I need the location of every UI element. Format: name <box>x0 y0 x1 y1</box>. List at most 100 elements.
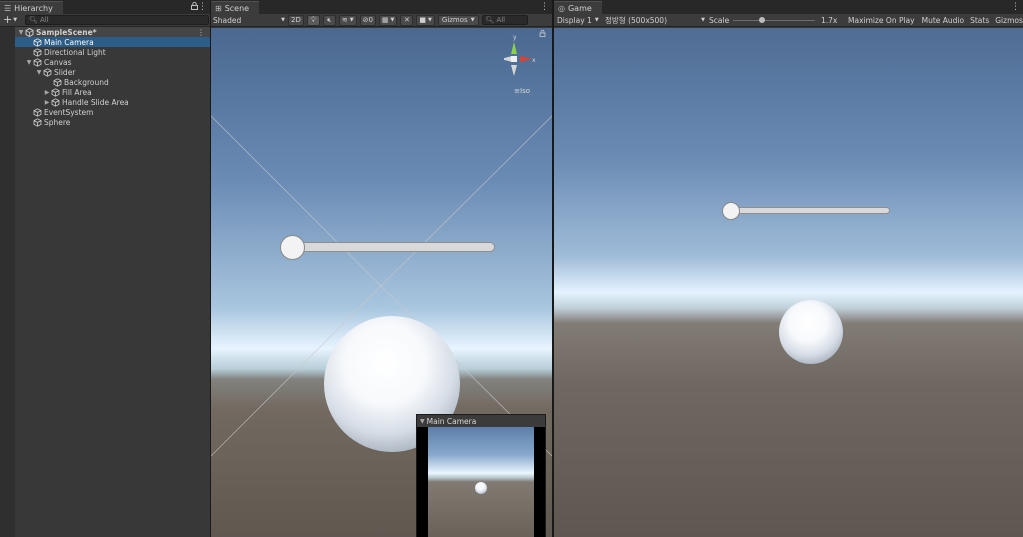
game-slider-handle[interactable] <box>722 202 740 220</box>
tree-item-label: Slider <box>54 67 76 77</box>
stats-toggle[interactable]: Stats <box>970 16 989 25</box>
camera-preview: ▼ Main Camera <box>416 414 546 537</box>
scene-tab[interactable]: ⊞ Scene <box>211 1 260 14</box>
caret-down-icon: ▼ <box>470 17 475 23</box>
list-icon: ☰ <box>4 3 12 13</box>
scene-name: SampleScene* <box>36 27 97 37</box>
lock-icon[interactable] <box>191 1 198 12</box>
hierarchy-panel: ☰ Hierarchy ⋮ + ▼ 🔍︎ All ▼ SampleScene* ⋮… <box>0 0 210 537</box>
camera-preview-header[interactable]: ▼ Main Camera <box>417 415 545 427</box>
grid-icon: ⊞ <box>215 3 222 13</box>
effects-dropdown[interactable]: ≋ ▼ <box>338 14 357 26</box>
kebab-menu-icon[interactable]: ⋮ <box>1011 2 1020 12</box>
tree-item-background[interactable]: Background <box>15 77 210 87</box>
gizmo-center-cube[interactable] <box>511 56 517 62</box>
projection-toggle[interactable]: ≡Iso <box>514 87 530 95</box>
scale-slider-track[interactable] <box>733 19 815 21</box>
cube-icon <box>33 117 42 127</box>
tree-item-slider[interactable]: ▼ Slider <box>15 67 210 77</box>
game-sphere <box>779 300 843 364</box>
tree-item-canvas[interactable]: ▼ Canvas <box>15 57 210 67</box>
gizmo-x-arrow[interactable] <box>520 56 532 62</box>
tree-item-label: Main Camera <box>44 37 94 47</box>
cube-icon <box>33 107 42 117</box>
tree-item-directional-light[interactable]: Directional Light <box>15 47 210 57</box>
display-dropdown[interactable]: Display 1 ▼ <box>557 16 605 25</box>
hierarchy-search-input[interactable]: 🔍︎ All <box>25 15 210 25</box>
tools-button[interactable]: ✕ <box>400 14 414 26</box>
scale-control[interactable]: Scale 1.7x <box>705 14 842 27</box>
fold-arrow-open-icon[interactable]: ▼ <box>17 29 25 36</box>
kebab-menu-icon[interactable]: ⋮ <box>540 2 549 12</box>
cube-icon <box>51 97 60 107</box>
caret-down-icon: ▼ <box>420 417 425 425</box>
tree-item-handle-slide-area[interactable]: ▶ Handle Slide Area <box>15 97 210 107</box>
tree-item-label: Sphere <box>44 117 71 127</box>
fold-arrow-open-icon[interactable]: ▼ <box>35 69 43 76</box>
tree-item-event-system[interactable]: EventSystem <box>15 107 210 117</box>
hierarchy-toolbar: + ▼ 🔍︎ All <box>0 14 210 27</box>
hierarchy-gutter <box>0 27 15 537</box>
scene-toolbar: Shaded ▼ 2D 💡︎ 🔇︎ ≋ ▼ ⊘ 0 ▦ ▼ ✕ ■ ▼ Gizmos ▼ … <box>211 14 552 27</box>
tree-item-main-camera[interactable]: Main Camera <box>15 37 210 47</box>
game-tab[interactable]: ◎ Game <box>554 1 602 14</box>
scene-tab-bar: ⊞ Scene ⋮ <box>211 0 552 14</box>
scale-slider-knob[interactable] <box>758 16 765 23</box>
gizmo-neg-y-arrow[interactable] <box>511 65 517 76</box>
toggle-2d-button[interactable]: 2D <box>288 14 304 26</box>
caret-down-icon: ▼ <box>428 17 432 23</box>
gizmo-y-label: y <box>513 34 517 41</box>
tree-row-scene[interactable]: ▼ SampleScene* ⋮ <box>15 27 210 37</box>
search-placeholder: All <box>496 16 506 24</box>
tree-item-fill-area[interactable]: ▶ Fill Area <box>15 87 210 97</box>
scene-viewport[interactable]: y x ≡Iso ▼ Main Camera <box>211 28 552 537</box>
mute-audio-toggle[interactable]: Mute Audio <box>922 16 964 25</box>
tree-item-sphere[interactable]: Sphere <box>15 117 210 127</box>
game-slider-track[interactable] <box>730 207 890 214</box>
tree-item-label: Background <box>64 77 109 87</box>
hidden-objects-toggle[interactable]: ⊘ 0 <box>359 14 376 26</box>
resolution-dropdown[interactable]: 정방형 (500x500) ▼ <box>605 15 705 26</box>
lock-icon[interactable] <box>539 30 546 37</box>
maximize-on-play-toggle[interactable]: Maximize On Play <box>848 16 915 25</box>
gizmos-dropdown[interactable]: Gizmos ▼ <box>437 14 479 26</box>
game-tab-label: Game <box>567 3 592 13</box>
projection-label: Iso <box>520 87 530 95</box>
cube-icon <box>53 77 62 87</box>
display-label: Display 1 <box>557 15 592 25</box>
shading-mode-dropdown[interactable]: Shaded ▼ <box>213 16 285 25</box>
kebab-menu-icon[interactable]: ⋮ <box>197 28 205 37</box>
scene-panel: ⊞ Scene ⋮ Shaded ▼ 2D 💡︎ 🔇︎ ≋ ▼ ⊘ 0 ▦ ▼ ✕ ■… <box>211 0 552 537</box>
tree-item-label: EventSystem <box>44 107 94 117</box>
camera-preview-view <box>417 427 545 537</box>
search-placeholder: All <box>39 16 49 24</box>
scene-slider-track[interactable] <box>297 242 495 252</box>
scene-search-input[interactable]: 🔍︎ All <box>481 15 528 25</box>
grid-icon: ▦ <box>381 16 389 24</box>
shading-mode-label: Shaded <box>213 15 242 25</box>
camera-icon: ■ <box>419 16 427 24</box>
camera-dropdown[interactable]: ■ ▼ <box>416 14 435 26</box>
scene-slider-handle[interactable] <box>280 235 305 260</box>
scene-tab-label: Scene <box>224 3 250 13</box>
audio-toggle-button[interactable]: 🔇︎ <box>322 14 336 26</box>
search-icon: 🔍︎ <box>29 16 38 24</box>
fold-arrow-closed-icon[interactable]: ▶ <box>43 99 51 106</box>
lighting-toggle-button[interactable]: 💡︎ <box>306 14 320 26</box>
resolution-label: 정방형 (500x500) <box>605 15 668 25</box>
game-gizmos-toggle[interactable]: Gizmos <box>995 16 1023 25</box>
gizmo-neg-x-arrow[interactable] <box>501 56 512 62</box>
grid-dropdown[interactable]: ▦ ▼ <box>378 14 398 26</box>
game-viewport[interactable] <box>554 28 1023 537</box>
fold-arrow-closed-icon[interactable]: ▶ <box>43 89 51 96</box>
add-object-button[interactable]: + ▼ <box>3 14 18 25</box>
tree-item-label: Canvas <box>44 57 72 67</box>
gizmos-label: Gizmos <box>441 16 468 24</box>
caret-down-icon: ▼ <box>13 17 18 23</box>
kebab-menu-icon[interactable]: ⋮ <box>198 2 207 12</box>
tools-icon: ✕ <box>403 16 410 24</box>
tree-item-label: Handle Slide Area <box>62 97 129 107</box>
fold-arrow-open-icon[interactable]: ▼ <box>25 59 33 66</box>
cube-icon <box>33 37 42 47</box>
gizmo-y-arrow[interactable] <box>511 42 517 54</box>
